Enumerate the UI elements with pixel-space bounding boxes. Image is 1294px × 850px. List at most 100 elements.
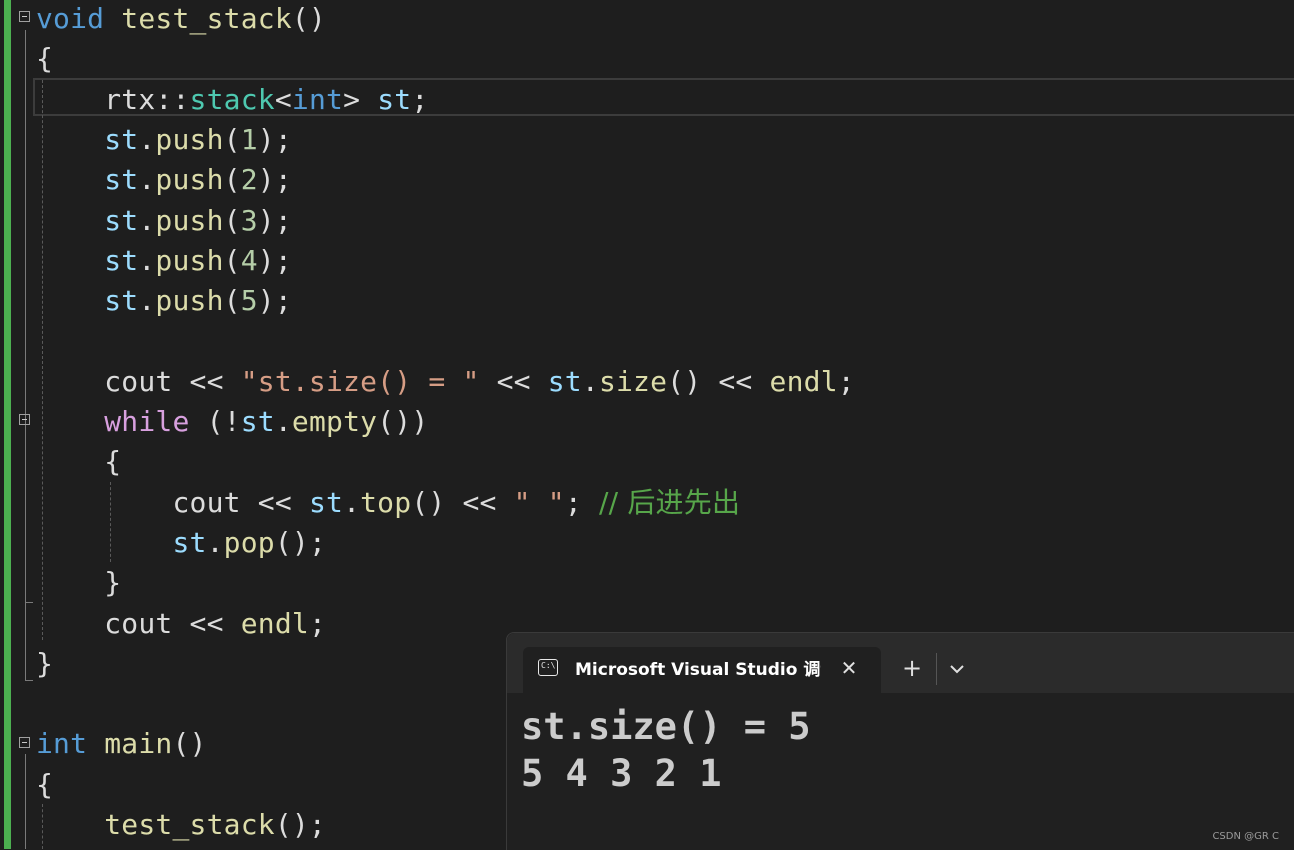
code-token: (); bbox=[274, 525, 327, 559]
fold-toggle-while[interactable] bbox=[19, 414, 30, 425]
code-line[interactable]: { bbox=[36, 442, 121, 482]
code-token: 2 bbox=[240, 163, 258, 197]
code-token: (); bbox=[274, 808, 326, 841]
code-token: endl bbox=[769, 364, 838, 398]
code-token: > bbox=[343, 82, 378, 116]
code-line[interactable]: void test_stack() bbox=[36, 0, 326, 39]
code-line[interactable]: st.push(5); bbox=[36, 281, 292, 321]
tab-separator bbox=[936, 653, 937, 685]
code-token: . bbox=[138, 243, 156, 277]
code-token: ()) bbox=[377, 405, 429, 438]
code-token: ( bbox=[223, 284, 241, 318]
code-token: ; bbox=[564, 485, 599, 519]
fold-end-marker-while bbox=[25, 602, 33, 603]
change-indicator-bar bbox=[4, 0, 11, 849]
chevron-down-icon[interactable] bbox=[945, 657, 969, 681]
code-line[interactable]: { bbox=[36, 765, 53, 805]
code-line[interactable]: { bbox=[36, 39, 53, 79]
code-token: ); bbox=[257, 163, 292, 197]
fold-region-line-main bbox=[25, 754, 26, 849]
code-line[interactable]: test_stack(); bbox=[36, 805, 326, 845]
code-token: test_stack bbox=[121, 2, 292, 35]
code-token: < bbox=[274, 82, 292, 116]
code-token: void bbox=[36, 2, 105, 35]
code-token: st bbox=[104, 163, 139, 197]
code-line[interactable]: st.push(1); bbox=[36, 120, 292, 160]
watermark: CSDN @GR C bbox=[1212, 831, 1279, 842]
code-token: ; bbox=[837, 364, 855, 398]
code-token: while bbox=[104, 405, 190, 438]
code-token: "st.size() = " bbox=[240, 364, 480, 398]
code-line[interactable]: rtx::stack<int> st; bbox=[36, 80, 428, 120]
code-token: . bbox=[206, 525, 224, 559]
code-token: << bbox=[479, 364, 548, 398]
code-line[interactable]: } bbox=[36, 644, 53, 684]
code-token: ; bbox=[411, 82, 429, 116]
code-token: (! bbox=[189, 405, 241, 438]
code-token: ( bbox=[223, 243, 241, 277]
code-token: } bbox=[36, 646, 54, 680]
code-line[interactable]: cout << st.top() << " "; // 后进先出 bbox=[36, 483, 740, 523]
code-token: ); bbox=[257, 122, 292, 156]
console-output-line-2: 5 4 3 2 1 bbox=[521, 752, 722, 795]
code-token: rtx:: bbox=[104, 82, 190, 116]
code-line[interactable]: cout << "st.size() = " << st.size() << e… bbox=[36, 362, 855, 402]
code-token: top bbox=[360, 485, 412, 519]
code-token: st bbox=[172, 525, 207, 559]
code-token: cout << bbox=[104, 606, 241, 640]
code-token: ); bbox=[257, 243, 292, 277]
fold-end-marker bbox=[25, 680, 33, 681]
code-token: ; bbox=[308, 606, 326, 640]
code-line[interactable]: st.push(4); bbox=[36, 241, 292, 281]
code-token: main bbox=[104, 727, 173, 761]
console-tab[interactable]: C:\ Microsoft Visual Studio 调试控制台 ✕ bbox=[523, 647, 881, 693]
code-token: stack bbox=[189, 82, 275, 116]
code-token: push bbox=[155, 122, 224, 156]
code-line[interactable]: cout << endl; bbox=[36, 604, 326, 644]
code-token: . bbox=[274, 405, 292, 438]
code-token: ); bbox=[257, 284, 292, 318]
debug-console-window[interactable]: C:\ Microsoft Visual Studio 调试控制台 ✕ + st… bbox=[506, 632, 1294, 850]
code-token: 1 bbox=[240, 122, 258, 156]
code-token: endl bbox=[240, 606, 309, 640]
code-token: st bbox=[547, 364, 582, 398]
console-tab-strip: C:\ Microsoft Visual Studio 调试控制台 ✕ + bbox=[507, 633, 1294, 693]
code-token: st bbox=[377, 82, 412, 116]
code-line[interactable]: } bbox=[36, 563, 121, 603]
code-line[interactable]: st.pop(); bbox=[36, 523, 326, 563]
code-token: 5 bbox=[240, 284, 258, 318]
code-token: st bbox=[240, 405, 275, 438]
code-token: st bbox=[308, 485, 344, 519]
fold-toggle-main[interactable] bbox=[19, 737, 30, 748]
new-tab-button[interactable]: + bbox=[900, 655, 924, 681]
console-tab-title: Microsoft Visual Studio 调试控制台 bbox=[575, 660, 821, 680]
code-line[interactable]: st.push(3); bbox=[36, 201, 292, 241]
code-token: . bbox=[138, 163, 156, 197]
code-token: push bbox=[155, 243, 224, 277]
code-line[interactable]: st.push(2); bbox=[36, 160, 292, 200]
code-line[interactable]: int main() bbox=[36, 724, 207, 764]
code-token: ( bbox=[223, 163, 241, 197]
close-tab-button[interactable]: ✕ bbox=[838, 655, 860, 681]
code-line[interactable]: while (!st.empty()) bbox=[36, 402, 428, 442]
code-token: } bbox=[104, 566, 122, 600]
code-token: st bbox=[104, 203, 139, 237]
code-token: ); bbox=[257, 203, 292, 237]
code-token: cout << bbox=[172, 485, 309, 519]
fold-toggle-test-stack[interactable] bbox=[19, 11, 30, 22]
code-token: empty bbox=[291, 405, 378, 438]
code-token: " " bbox=[513, 485, 565, 519]
